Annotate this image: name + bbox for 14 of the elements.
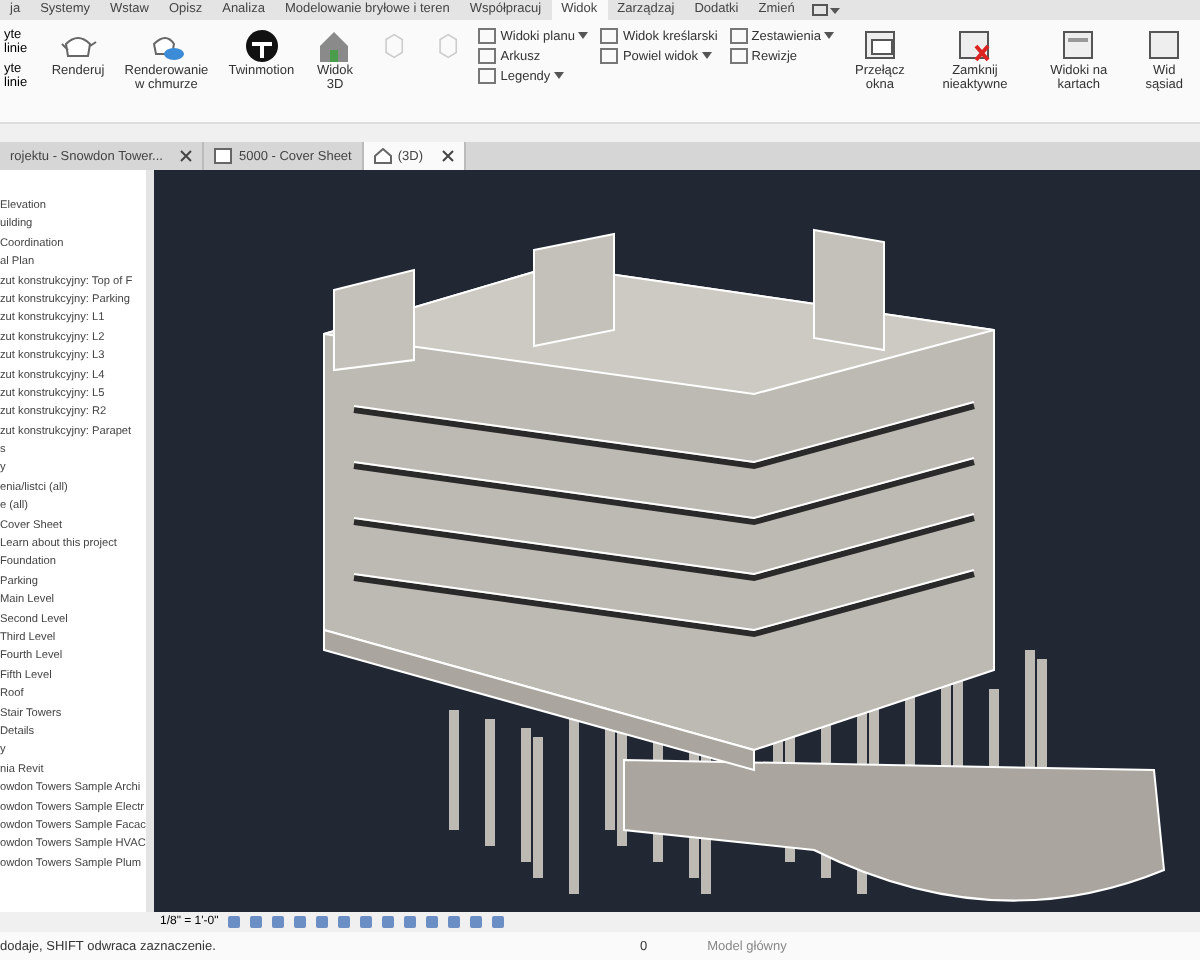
windows-icon [859,28,900,64]
caret-icon[interactable] [702,52,713,60]
caret-icon[interactable] [578,32,589,40]
sheet-icon [214,148,233,164]
dropdown-icon[interactable] [812,4,841,16]
circle-logo-icon [241,28,282,64]
windows-icon [1144,28,1185,64]
close-windows-icon [954,28,995,64]
caret-icon[interactable] [824,32,835,40]
close-icon[interactable] [180,150,193,162]
windows-icon [1058,28,1099,64]
close-icon[interactable] [441,150,453,162]
house-icon [373,148,392,164]
caret-icon[interactable] [554,72,565,80]
